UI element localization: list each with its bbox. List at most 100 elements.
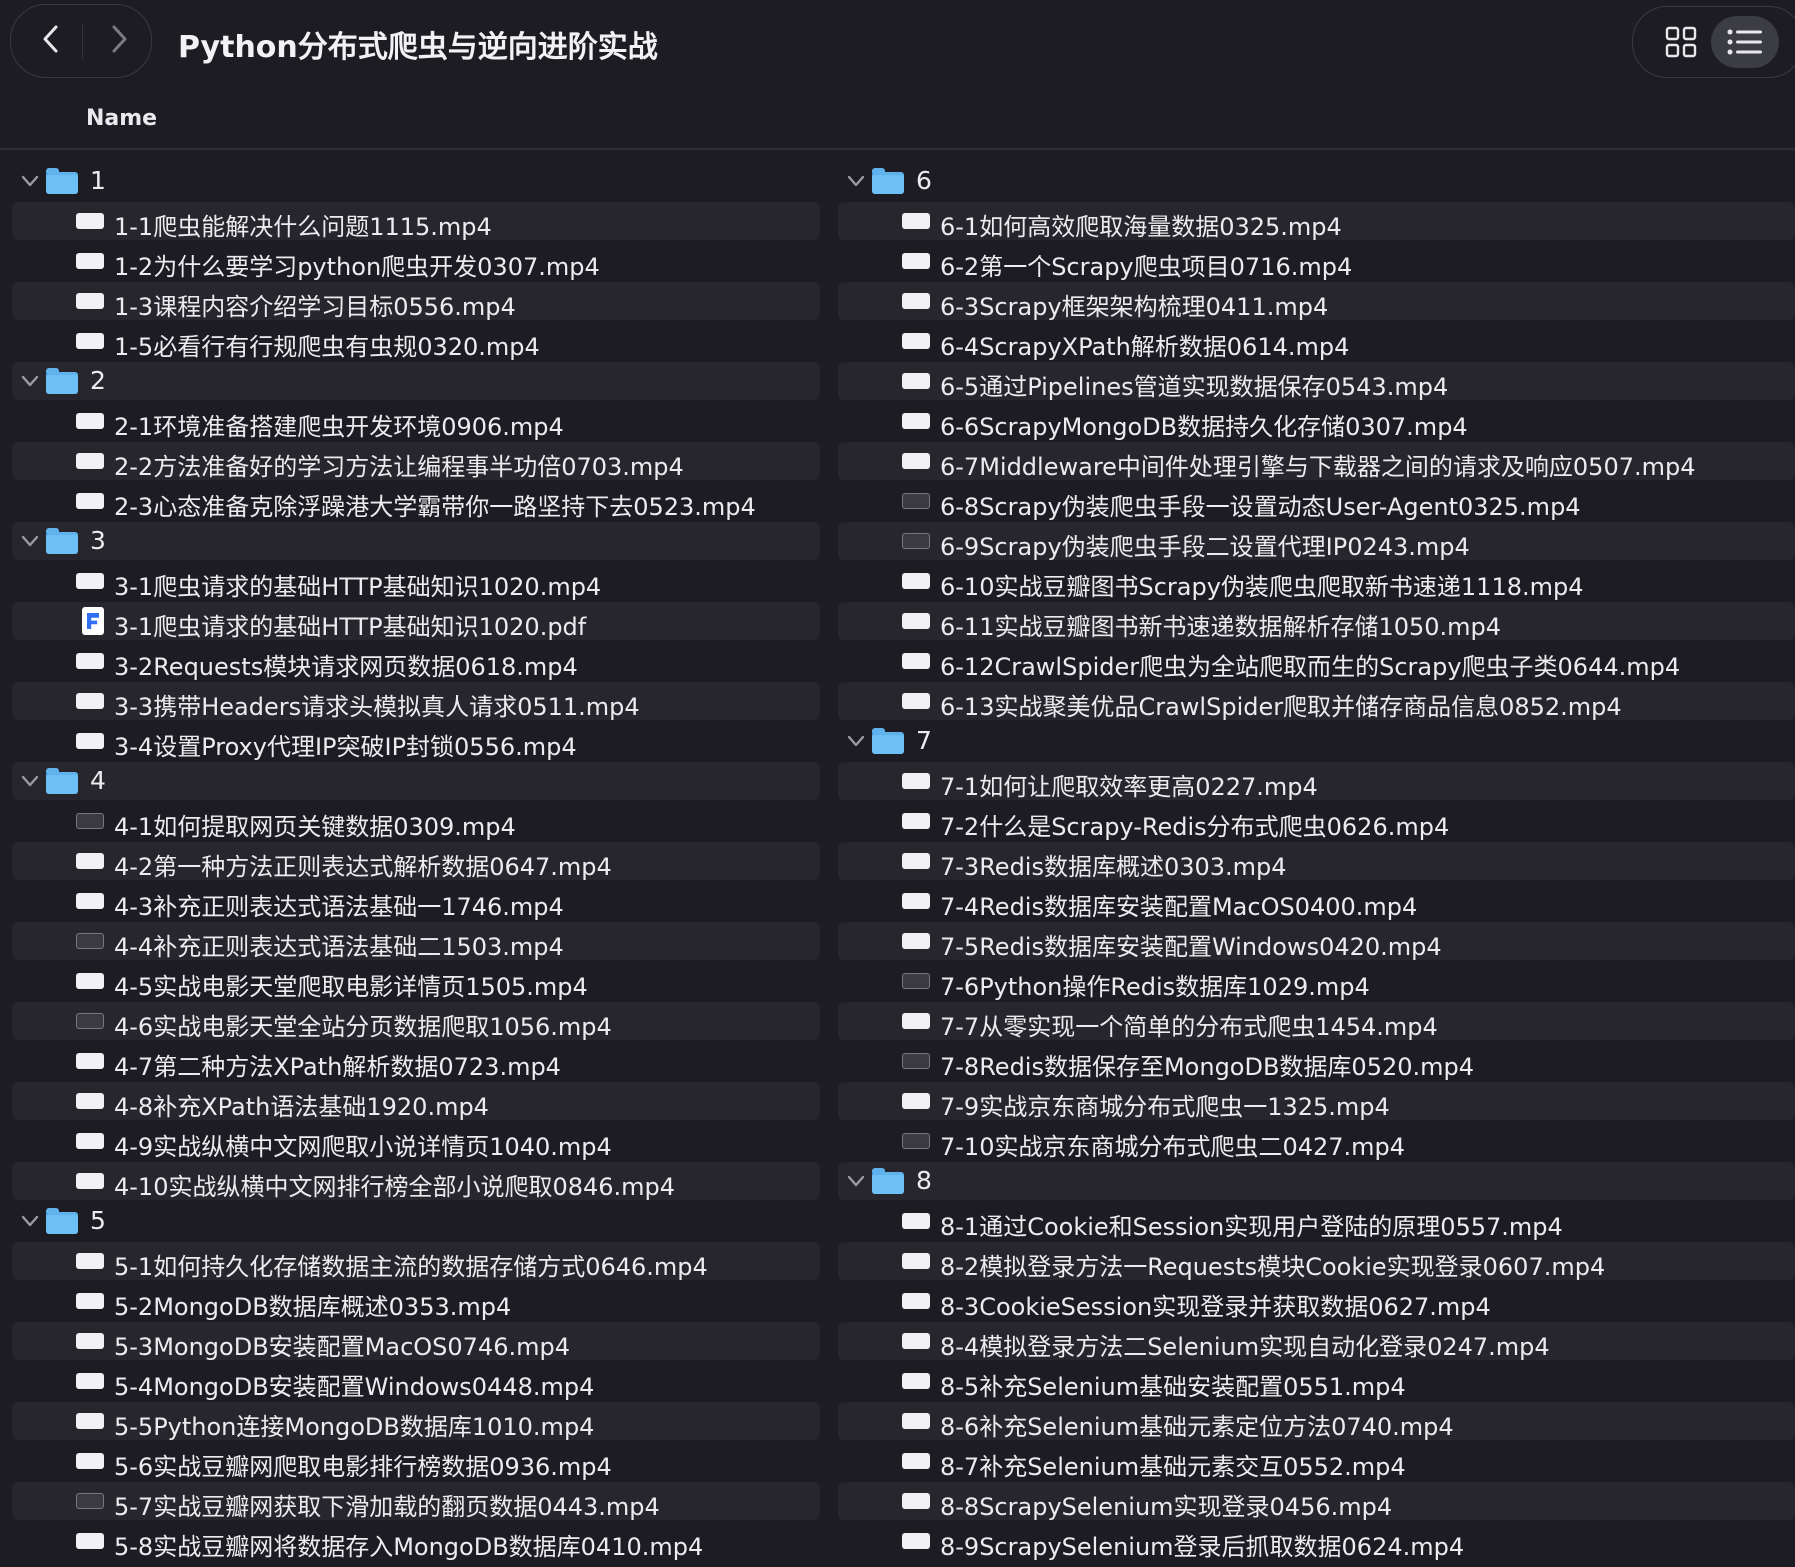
file-name: 7-4Redis数据库安装配置MacOS0400.mp4: [940, 893, 1418, 920]
file-row[interactable]: 1-5必看行有行规爬虫有虫规0320.mp4: [12, 322, 820, 360]
chevron-down-icon[interactable]: [20, 173, 40, 189]
file-row[interactable]: 5-1如何持久化存储数据主流的数据存储方式0646.mp4: [12, 1242, 820, 1280]
file-row[interactable]: 3-2Requests模块请求网页数据0618.mp4: [12, 642, 820, 680]
file-row[interactable]: 4-7第二种方法XPath解析数据0723.mp4: [12, 1042, 820, 1080]
file-row[interactable]: 4-6实战电影天堂全站分页数据爬取1056.mp4: [12, 1002, 820, 1040]
name-column-header[interactable]: Name: [86, 106, 157, 131]
file-row[interactable]: 6-7Middleware中间件处理引擎与下载器之间的请求及响应0507.mp4: [838, 442, 1795, 480]
file-row[interactable]: 7-6Python操作Redis数据库1029.mp4: [838, 962, 1795, 1000]
chevron-down-icon[interactable]: [20, 533, 40, 549]
file-row[interactable]: 4-1如何提取网页关键数据0309.mp4: [12, 802, 820, 840]
file-row[interactable]: 4-3补充正则表达式语法基础一1746.mp4: [12, 882, 820, 920]
file-row[interactable]: 6-4ScrapyXPath解析数据0614.mp4: [838, 322, 1795, 360]
file-row[interactable]: 7-10实战京东商城分布式爬虫二0427.mp4: [838, 1122, 1795, 1160]
video-file-icon: [902, 1373, 930, 1389]
file-row[interactable]: 7-4Redis数据库安装配置MacOS0400.mp4: [838, 882, 1795, 920]
file-row[interactable]: 7-7从零实现一个简单的分布式爬虫1454.mp4: [838, 1002, 1795, 1040]
folder-row[interactable]: 1: [12, 162, 820, 200]
file-row[interactable]: 7-8Redis数据保存至MongoDB数据库0520.mp4: [838, 1042, 1795, 1080]
back-button[interactable]: [31, 19, 71, 59]
file-row[interactable]: 5-3MongoDB安装配置MacOS0746.mp4: [12, 1322, 820, 1360]
chevron-down-icon[interactable]: [846, 733, 866, 749]
file-row[interactable]: 8-9ScrapySelenium登录后抓取数据0624.mp4: [838, 1522, 1795, 1560]
file-row[interactable]: 5-6实战豆瓣网爬取电影排行榜数据0936.mp4: [12, 1442, 820, 1480]
file-row[interactable]: 3-1爬虫请求的基础HTTP基础知识1020.mp4: [12, 562, 820, 600]
file-row[interactable]: 4-5实战电影天堂爬取电影详情页1505.mp4: [12, 962, 820, 1000]
file-row[interactable]: 8-2模拟登录方法一Requests模块Cookie实现登录0607.mp4: [838, 1242, 1795, 1280]
video-file-icon: [76, 1373, 104, 1389]
file-row[interactable]: 6-11实战豆瓣图书新书速递数据解析存储1050.mp4: [838, 602, 1795, 640]
chevron-down-icon[interactable]: [20, 773, 40, 789]
file-name: 8-4模拟登录方法二Selenium实现自动化登录0247.mp4: [940, 1333, 1550, 1360]
file-row[interactable]: 5-4MongoDB安装配置Windows0448.mp4: [12, 1362, 820, 1400]
file-row[interactable]: 8-1通过Cookie和Session实现用户登陆的原理0557.mp4: [838, 1202, 1795, 1240]
file-row[interactable]: 5-7实战豆瓣网获取下滑加载的翻页数据0443.mp4: [12, 1482, 820, 1520]
file-row[interactable]: 1-3课程内容介绍学习目标0556.mp4: [12, 282, 820, 320]
file-row[interactable]: 6-6ScrapyMongoDB数据持久化存储0307.mp4: [838, 402, 1795, 440]
file-row[interactable]: 4-9实战纵横中文网爬取小说详情页1040.mp4: [12, 1122, 820, 1160]
file-row[interactable]: 2-3心态准备克除浮躁港大学霸带你一路坚持下去0523.mp4: [12, 482, 820, 520]
folder-row[interactable]: 6: [838, 162, 1795, 200]
list-view-button[interactable]: [1711, 16, 1779, 68]
file-row[interactable]: 6-13实战聚美优品CrawlSpider爬取并储存商品信息0852.mp4: [838, 682, 1795, 720]
file-row[interactable]: 7-3Redis数据库概述0303.mp4: [838, 842, 1795, 880]
file-row[interactable]: 7-5Redis数据库安装配置Windows0420.mp4: [838, 922, 1795, 960]
file-name: 6-9Scrapy伪装爬虫手段二设置代理IP0243.mp4: [940, 533, 1470, 560]
file-row[interactable]: 7-9实战京东商城分布式爬虫一1325.mp4: [838, 1082, 1795, 1120]
file-row[interactable]: 1-1爬虫能解决什么问题1115.mp4: [12, 202, 820, 240]
file-row[interactable]: 5-2MongoDB数据库概述0353.mp4: [12, 1282, 820, 1320]
video-file-icon: [902, 1413, 930, 1429]
file-row[interactable]: 6-1如何高效爬取海量数据0325.mp4: [838, 202, 1795, 240]
file-row[interactable]: 4-4补充正则表达式语法基础二1503.mp4: [12, 922, 820, 960]
file-row[interactable]: 8-3CookieSession实现登录并获取数据0627.mp4: [838, 1282, 1795, 1320]
file-row[interactable]: 4-10实战纵横中文网排行榜全部小说爬取0846.mp4: [12, 1162, 820, 1200]
folder-row[interactable]: 5: [12, 1202, 820, 1240]
folder-name: 8: [916, 1166, 932, 1195]
file-row[interactable]: 6-10实战豆瓣图书Scrapy伪装爬虫爬取新书速递1118.mp4: [838, 562, 1795, 600]
file-row[interactable]: 4-8补充XPath语法基础1920.mp4: [12, 1082, 820, 1120]
chevron-down-icon[interactable]: [846, 1173, 866, 1189]
file-row[interactable]: 6-9Scrapy伪装爬虫手段二设置代理IP0243.mp4: [838, 522, 1795, 560]
chevron-down-icon[interactable]: [20, 1213, 40, 1229]
file-row[interactable]: 8-5补充Selenium基础安装配置0551.mp4: [838, 1362, 1795, 1400]
file-row[interactable]: 3-3携带Headers请求头模拟真人请求0511.mp4: [12, 682, 820, 720]
folder-row[interactable]: 3: [12, 522, 820, 560]
folder-row[interactable]: 7: [838, 722, 1795, 760]
file-row[interactable]: 2-2方法准备好的学习方法让编程事半功倍0703.mp4: [12, 442, 820, 480]
file-row[interactable]: 8-7补充Selenium基础元素交互0552.mp4: [838, 1442, 1795, 1480]
file-row[interactable]: 3-4设置Proxy代理IP突破IP封锁0556.mp4: [12, 722, 820, 760]
video-file-icon: [76, 973, 104, 989]
folder-name: 5: [90, 1206, 106, 1235]
file-row[interactable]: 7-1如何让爬取效率更高0227.mp4: [838, 762, 1795, 800]
file-row[interactable]: 5-5Python连接MongoDB数据库1010.mp4: [12, 1402, 820, 1440]
file-name: 4-1如何提取网页关键数据0309.mp4: [114, 813, 516, 840]
video-file-icon: [76, 1493, 104, 1509]
file-row[interactable]: 6-5通过Pipelines管道实现数据保存0543.mp4: [838, 362, 1795, 400]
video-file-icon: [902, 1493, 930, 1509]
folder-row[interactable]: 2: [12, 362, 820, 400]
file-row[interactable]: 4-2第一种方法正则表达式解析数据0647.mp4: [12, 842, 820, 880]
file-row[interactable]: 6-8Scrapy伪装爬虫手段一设置动态User-Agent0325.mp4: [838, 482, 1795, 520]
file-row[interactable]: 2-1环境准备搭建爬虫开发环境0906.mp4: [12, 402, 820, 440]
grid-view-button[interactable]: [1655, 16, 1707, 68]
file-row[interactable]: 6-3Scrapy框架架构梳理0411.mp4: [838, 282, 1795, 320]
navigation-controls: [10, 4, 152, 78]
forward-button[interactable]: [99, 19, 139, 59]
folder-row[interactable]: 4: [12, 762, 820, 800]
chevron-down-icon[interactable]: [846, 173, 866, 189]
file-row[interactable]: 3-1爬虫请求的基础HTTP基础知识1020.pdf: [12, 602, 820, 640]
file-row[interactable]: 1-2为什么要学习python爬虫开发0307.mp4: [12, 242, 820, 280]
chevron-down-icon[interactable]: [20, 373, 40, 389]
file-name: 2-2方法准备好的学习方法让编程事半功倍0703.mp4: [114, 453, 684, 480]
file-row[interactable]: 6-2第一个Scrapy爬虫项目0716.mp4: [838, 242, 1795, 280]
video-file-icon: [76, 1293, 104, 1309]
file-row[interactable]: 8-6补充Selenium基础元素定位方法0740.mp4: [838, 1402, 1795, 1440]
folder-icon: [872, 168, 904, 194]
file-row[interactable]: 8-4模拟登录方法二Selenium实现自动化登录0247.mp4: [838, 1322, 1795, 1360]
file-row[interactable]: 5-8实战豆瓣网将数据存入MongoDB数据库0410.mp4: [12, 1522, 820, 1560]
folder-row[interactable]: 8: [838, 1162, 1795, 1200]
file-name: 4-10实战纵横中文网排行榜全部小说爬取0846.mp4: [114, 1173, 676, 1200]
file-row[interactable]: 6-12CrawlSpider爬虫为全站爬取而生的Scrapy爬虫子类0644.…: [838, 642, 1795, 680]
file-row[interactable]: 7-2什么是Scrapy-Redis分布式爬虫0626.mp4: [838, 802, 1795, 840]
file-row[interactable]: 8-8ScrapySelenium实现登录0456.mp4: [838, 1482, 1795, 1520]
